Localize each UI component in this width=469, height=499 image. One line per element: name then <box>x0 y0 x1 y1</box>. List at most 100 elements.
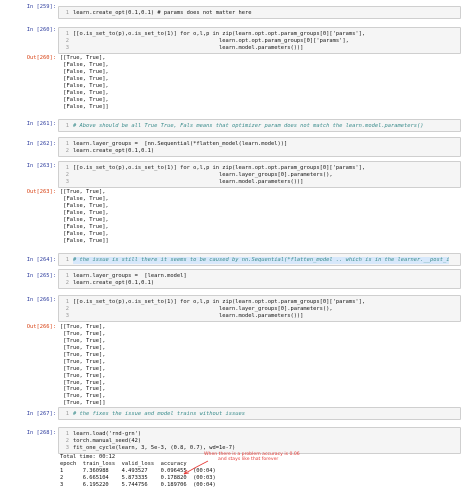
code-text: learn.model.parameters())] <box>73 179 304 185</box>
code-line: 1 # Above should be all True True, Fals m… <box>59 123 460 130</box>
output-line: [False, True], <box>60 75 109 82</box>
code-text: learn.layer_groups[0].parameters(), <box>73 172 333 178</box>
line-number: 2 <box>65 148 69 154</box>
line-number: 1 <box>65 10 69 16</box>
output-prompt: Out[266]: <box>26 324 56 330</box>
output-line: 3 6.195220 5.744756 0.189706 (00:04) <box>60 481 216 488</box>
output-line: [True, True], <box>60 351 106 358</box>
output-line: [True, True], <box>60 330 106 337</box>
output-line: [True, True], <box>60 372 106 379</box>
code-text: learn.model.parameters())] <box>73 313 304 319</box>
code-text: learn.layer_groups = [nn.Sequential(*fla… <box>73 141 288 147</box>
line-number: 1 <box>65 31 69 37</box>
output-line: [True, True], <box>60 337 106 344</box>
code-line: 2 learn.layer_groups[0].parameters(), <box>59 306 460 313</box>
code-line: 2 learn.layer_groups[0].parameters(), <box>59 172 460 179</box>
output-line: [False, True], <box>60 230 109 237</box>
output-line: [False, True], <box>60 223 109 230</box>
output-prompt: Out[260]: <box>26 55 56 61</box>
notebook: In [259]: 1 learn.create_opt(0.1,0.1) # pa… <box>0 0 469 499</box>
output-line: [True, True], <box>60 344 106 351</box>
cell-output: [[True, True], [False, True], [False, Tr… <box>60 189 461 245</box>
code-editor[interactable]: 1 [[o.is_set_to(p),o.is_set_to(1)] for o,… <box>58 161 461 188</box>
code-line: 1 [[o.is_set_to(p),o.is_set_to(1)] for o,… <box>59 299 460 306</box>
input-prompt: In [266]: <box>26 297 56 303</box>
code-editor[interactable]: 1 learn.layer_groups = [nn.Sequential(*fl… <box>58 137 461 157</box>
output-line: [False, True]] <box>60 103 109 110</box>
input-prompt: In [259]: <box>26 4 56 10</box>
code-text: learn.opt.opt.param_groups[0]['params'], <box>73 38 349 44</box>
output-line: [[True, True], <box>60 324 106 330</box>
input-prompt: In [262]: <box>26 141 56 147</box>
input-prompt: In [264]: <box>26 257 56 263</box>
code-line: 3 learn.model.parameters())] <box>59 179 460 186</box>
output-line: [False, True], <box>60 202 109 209</box>
output-line: [False, True], <box>60 195 109 202</box>
line-number: 3 <box>65 45 69 51</box>
code-editor[interactable]: 1 [[o.is_set_to(p),o.is_set_to(1)] for o,… <box>58 295 461 322</box>
code-text: # the issue is still there it seems to b… <box>73 257 450 264</box>
line-number: 3 <box>65 445 69 451</box>
output-line: [True, True], <box>60 365 106 372</box>
code-line: 1 # the fixes the issue and model trains … <box>59 411 460 418</box>
code-line: 1 # the issue is still there it seems to … <box>59 257 460 264</box>
cell-output: [[True, True], [True, True], [True, True… <box>60 324 461 407</box>
output-line: [False, True], <box>60 209 109 216</box>
output-line: [False, True], <box>60 82 109 89</box>
accuracy-annotation: When there is a problem accuracy is 0.06… <box>204 452 300 462</box>
code-text: torch.manual_seed(42) <box>73 438 142 444</box>
code-line: 2 learn.create_opt(0.1,0.1) <box>59 280 460 287</box>
output-line: [True, True], <box>60 386 106 393</box>
annotation-arrow-icon <box>183 460 209 475</box>
output-line: [True, True], <box>60 358 106 365</box>
code-editor[interactable]: 1 # the fixes the issue and model trains … <box>58 407 461 420</box>
line-number: 1 <box>65 165 69 171</box>
input-prompt: In [261]: <box>26 121 56 127</box>
code-editor[interactable]: 1 learn.create_opt(0.1,0.1) # params does… <box>58 6 461 19</box>
line-number: 1 <box>65 141 69 147</box>
code-line: 1 learn.create_opt(0.1,0.1) # params does… <box>59 10 460 17</box>
code-text: # the fixes the issue and model trains w… <box>73 411 246 417</box>
code-line: 3 learn.model.parameters())] <box>59 313 460 320</box>
line-number: 1 <box>65 123 69 129</box>
input-prompt: In [263]: <box>26 163 56 169</box>
code-text: [[o.is_set_to(p),o.is_set_to(1)] for o,l… <box>73 165 366 171</box>
output-line: [[True, True], <box>60 55 106 61</box>
output-prompt: Out[263]: <box>26 189 56 195</box>
cell-output: [[True, True], [False, True], [False, Tr… <box>60 55 461 111</box>
line-number: 2 <box>65 438 69 444</box>
code-editor[interactable]: 1 [[o.is_set_to(p),o.is_set_to(1)] for o,… <box>58 27 461 54</box>
line-number: 3 <box>65 313 69 319</box>
output-line: 1 7.360988 4.493527 0.096455 (00:04) <box>60 467 216 474</box>
code-text: learn.layer_groups[0].parameters(), <box>73 306 333 312</box>
code-line: 2 learn.opt.opt.param_groups[0]['params'… <box>59 38 460 45</box>
line-number: 2 <box>65 306 69 312</box>
input-prompt: In [268]: <box>26 430 56 436</box>
line-number: 2 <box>65 172 69 178</box>
output-line: [False, True], <box>60 89 109 96</box>
code-editor[interactable]: 1 # Above should be all True True, Fals m… <box>58 119 461 132</box>
code-text: fit_one_cycle(learn, 3, 5e-3, (0.8, 0.7)… <box>73 445 236 451</box>
output-line: [False, True], <box>60 216 109 223</box>
output-line: 2 6.665104 5.873335 0.178820 (00:03) <box>60 474 216 481</box>
output-line: [True, True], <box>60 393 106 400</box>
output-line: [False, True]] <box>60 237 109 244</box>
output-line: [[True, True], <box>60 189 106 195</box>
code-text: learn.create_opt(0.1,0.1) # params does … <box>73 10 252 16</box>
line-number: 1 <box>65 299 69 305</box>
output-line: [False, True], <box>60 96 109 103</box>
line-number: 2 <box>65 280 69 286</box>
code-line: 1 [[o.is_set_to(p),o.is_set_to(1)] for o,… <box>59 31 460 38</box>
output-line: [False, True], <box>60 68 109 75</box>
code-line: 1 learn.layer_groups = [learn.model] <box>59 273 460 280</box>
code-text: [[o.is_set_to(p),o.is_set_to(1)] for o,l… <box>73 299 366 305</box>
code-line: 2 torch.manual_seed(42) <box>59 438 460 445</box>
code-editor[interactable]: 1 learn.layer_groups = [learn.model] 2 lear… <box>58 269 461 289</box>
line-number: 1 <box>65 411 69 417</box>
code-line: 3 learn.model.parameters())] <box>59 45 460 52</box>
code-editor[interactable]: 1 # the issue is still there it seems to … <box>58 253 461 266</box>
code-text: learn.create_opt(0.1,0.1) <box>73 280 155 286</box>
code-text: learn.model.parameters())] <box>73 45 304 51</box>
code-text: learn.layer_groups = [learn.model] <box>73 273 187 279</box>
code-editor[interactable]: 1 learn.load('rnd-grn') 2 torch.manual_seed… <box>58 427 461 454</box>
